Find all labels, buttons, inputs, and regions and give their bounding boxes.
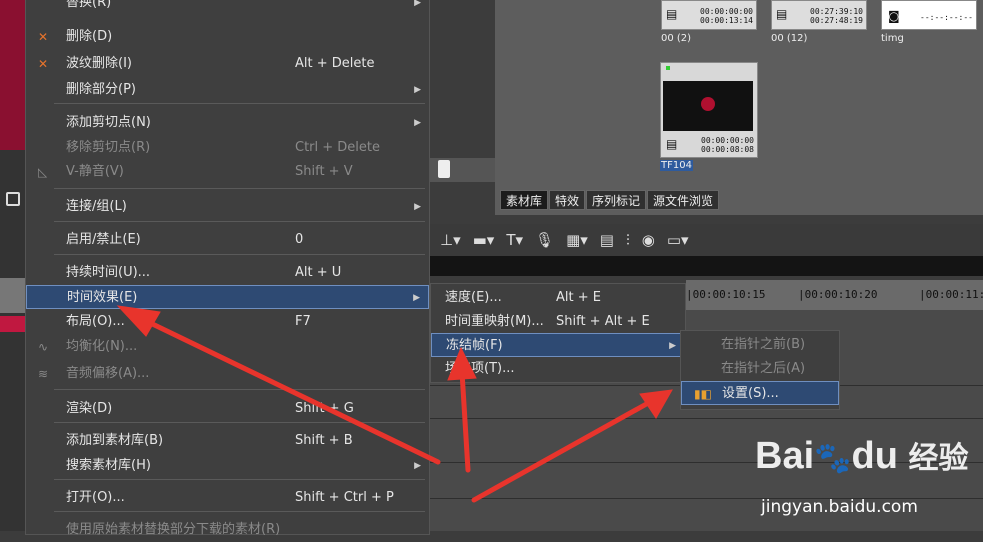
paw-icon: 🐾	[814, 442, 852, 475]
annotation-arrowhead	[116, 305, 161, 337]
annotation-arrow	[459, 369, 471, 473]
annotation-arrowhead	[447, 346, 477, 381]
baidu-watermark: Bai🐾du 经验 jingyan.baidu.com	[755, 425, 980, 525]
annotation-arrow	[137, 315, 441, 465]
watermark-brand: Bai	[755, 435, 815, 477]
watermark-brand2: du	[851, 435, 898, 477]
watermark-url: jingyan.baidu.com	[761, 497, 918, 517]
annotation-arrow	[471, 399, 653, 503]
watermark-cn: 经验	[908, 442, 969, 475]
